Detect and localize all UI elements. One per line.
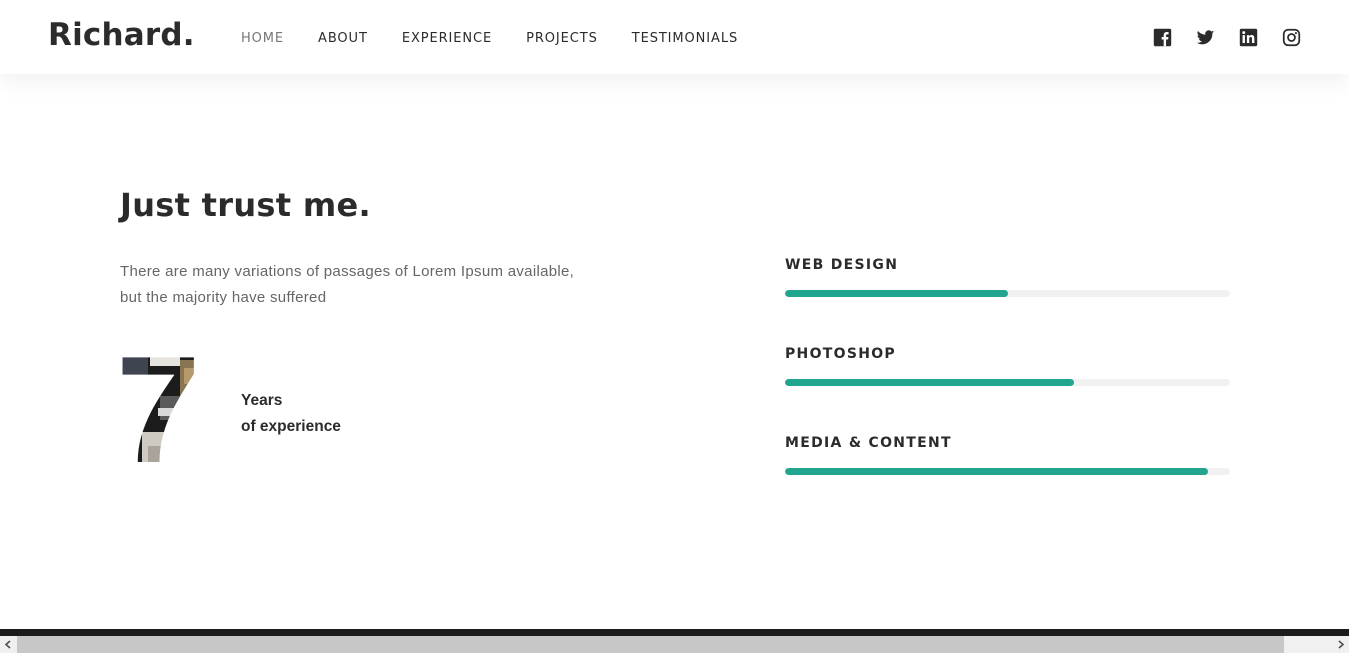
skill-media-content: MEDIA & CONTENT bbox=[785, 435, 1230, 524]
years-label-line1: Years bbox=[241, 392, 283, 409]
skill-progress-fill bbox=[785, 468, 1208, 475]
site-header: Richard. HOME ABOUT EXPERIENCE PROJECTS … bbox=[0, 0, 1349, 74]
nav-testimonials[interactable]: TESTIMONIALS bbox=[632, 31, 738, 46]
facebook-icon[interactable] bbox=[1153, 28, 1172, 47]
skill-web-design: WEB DESIGN bbox=[785, 257, 1230, 346]
instagram-icon[interactable] bbox=[1282, 28, 1301, 47]
horizontal-scrollbar[interactable] bbox=[0, 636, 1349, 653]
skill-progress-track bbox=[785, 379, 1230, 386]
social-links bbox=[1129, 28, 1301, 47]
twitter-icon[interactable] bbox=[1196, 28, 1215, 47]
main-nav: HOME ABOUT EXPERIENCE PROJECTS TESTIMONI… bbox=[241, 31, 772, 46]
nav-about[interactable]: ABOUT bbox=[318, 31, 368, 46]
skill-progress-track bbox=[785, 468, 1230, 475]
skill-progress-track bbox=[785, 290, 1230, 297]
scrollbar-thumb[interactable] bbox=[17, 636, 1284, 653]
linkedin-icon[interactable] bbox=[1239, 28, 1258, 47]
skills-list: WEB DESIGN PHOTOSHOP MEDIA & CONTENT bbox=[785, 257, 1230, 524]
skill-name: WEB DESIGN bbox=[785, 257, 899, 273]
nav-projects[interactable]: PROJECTS bbox=[526, 31, 598, 46]
years-label-line2: of experience bbox=[241, 418, 341, 435]
site-logo[interactable]: Richard. bbox=[48, 17, 195, 53]
skill-progress-fill bbox=[785, 379, 1075, 386]
years-number-graphic: 7 DO bbox=[120, 346, 220, 466]
years-experience-label: Years of experience bbox=[241, 388, 341, 440]
scroll-right-button[interactable] bbox=[1332, 636, 1349, 653]
scroll-left-button[interactable] bbox=[0, 636, 17, 653]
skill-name: MEDIA & CONTENT bbox=[785, 435, 952, 451]
nav-home[interactable]: HOME bbox=[241, 31, 284, 46]
section-description: There are many variations of passages of… bbox=[120, 263, 575, 306]
footer-strip bbox=[0, 629, 1349, 636]
section-title: Just trust me. bbox=[120, 186, 371, 224]
svg-text:DO: DO bbox=[126, 376, 141, 387]
nav-experience[interactable]: EXPERIENCE bbox=[402, 31, 492, 46]
skill-photoshop: PHOTOSHOP bbox=[785, 346, 1230, 435]
skill-name: PHOTOSHOP bbox=[785, 346, 896, 362]
skill-progress-fill bbox=[785, 290, 1008, 297]
